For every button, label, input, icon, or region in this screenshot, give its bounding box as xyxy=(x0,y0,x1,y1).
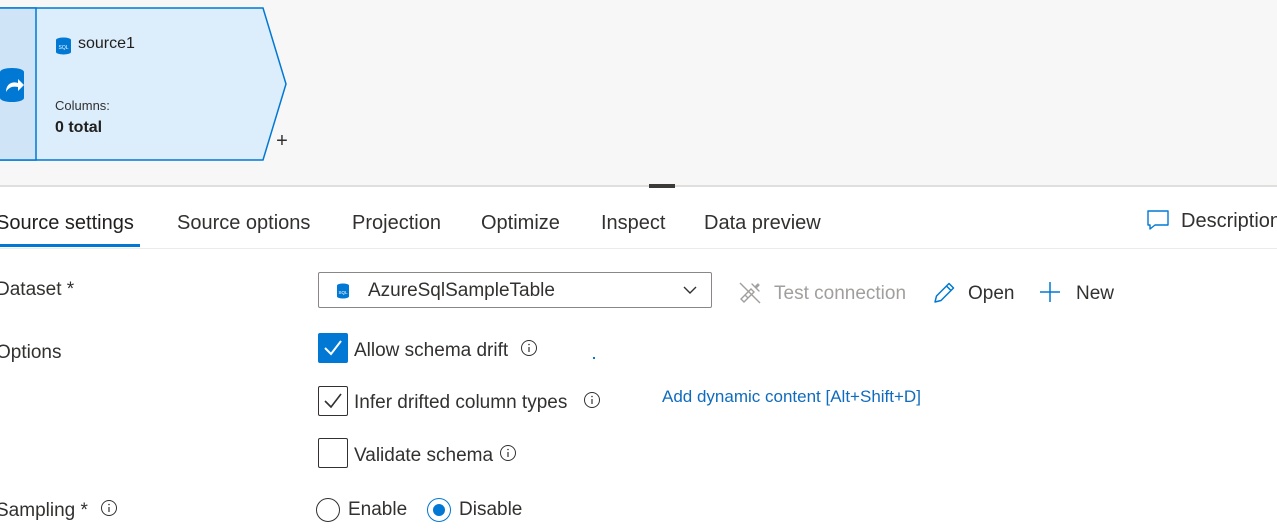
node-columns-label: Columns: xyxy=(55,98,110,113)
tabs-divider xyxy=(0,248,1277,249)
new-label: New xyxy=(1076,283,1115,304)
sql-database-icon: SQL xyxy=(337,283,349,299)
description-label: Description xyxy=(1181,210,1277,232)
tab-optimize[interactable]: Optimize xyxy=(481,199,560,247)
canvas-divider xyxy=(0,185,1277,187)
plug-disconnected-icon xyxy=(739,282,761,304)
dataset-value: AzureSqlSampleTable xyxy=(368,280,555,301)
tab-source-options[interactable]: Source options xyxy=(177,199,310,247)
node-columns-value: 0 total xyxy=(55,119,103,136)
plus-icon xyxy=(1040,282,1060,302)
pencil-icon xyxy=(934,282,955,303)
info-icon[interactable] xyxy=(583,391,601,409)
sampling-disable-radio[interactable] xyxy=(427,498,451,522)
allow-schema-drift-checkbox[interactable] xyxy=(318,333,348,363)
open-label: Open xyxy=(968,283,1015,304)
info-icon[interactable] xyxy=(520,339,538,357)
validate-schema-checkbox[interactable] xyxy=(318,438,348,468)
add-dynamic-content-link[interactable]: Add dynamic content [Alt+Shift+D] xyxy=(662,387,921,407)
sampling-enable-radio[interactable] xyxy=(316,498,340,522)
validate-schema-label: Validate schema xyxy=(354,445,494,466)
svg-text:SQL: SQL xyxy=(58,45,68,51)
sampling-disable-label: Disable xyxy=(459,499,523,520)
tab-projection[interactable]: Projection xyxy=(352,199,441,247)
tab-inspect[interactable]: Inspect xyxy=(601,199,665,247)
source-node-shape[interactable] xyxy=(0,6,290,162)
add-step-button[interactable]: + xyxy=(273,130,291,152)
tab-source-settings[interactable]: Source settings xyxy=(0,199,134,247)
checkmark-icon xyxy=(324,340,342,356)
active-tab-indicator xyxy=(0,244,140,247)
tab-data-preview[interactable]: Data preview xyxy=(704,199,821,247)
svg-text:SQL: SQL xyxy=(338,290,348,295)
source-transform-icon xyxy=(0,68,24,102)
infer-drifted-types-label: Infer drifted column types xyxy=(354,392,568,413)
panel-resize-handle[interactable] xyxy=(649,184,675,188)
settings-tabs: Source settings Source options Projectio… xyxy=(0,199,1277,249)
test-connection-label: Test connection xyxy=(774,283,907,304)
comment-icon xyxy=(1147,210,1169,230)
allow-schema-drift-label: Allow schema drift xyxy=(354,340,509,361)
node-title: source1 xyxy=(78,35,135,52)
checkmark-icon xyxy=(324,393,342,409)
infer-drifted-types-checkbox[interactable] xyxy=(318,386,348,416)
sampling-label: Sampling * xyxy=(0,500,88,521)
info-icon[interactable] xyxy=(100,499,118,517)
info-icon[interactable] xyxy=(499,444,517,462)
data-flow-canvas[interactable]: SQL source1 Columns: 0 total + xyxy=(0,0,1277,186)
dataset-label: Dataset * xyxy=(0,279,75,300)
sampling-enable-label: Enable xyxy=(348,499,408,520)
dataset-dropdown[interactable]: SQL AzureSqlSampleTable xyxy=(318,272,712,308)
chevron-down-icon xyxy=(683,286,697,294)
options-label: Options xyxy=(0,342,62,363)
sql-database-icon: SQL xyxy=(56,37,71,55)
focus-dot xyxy=(593,357,595,359)
